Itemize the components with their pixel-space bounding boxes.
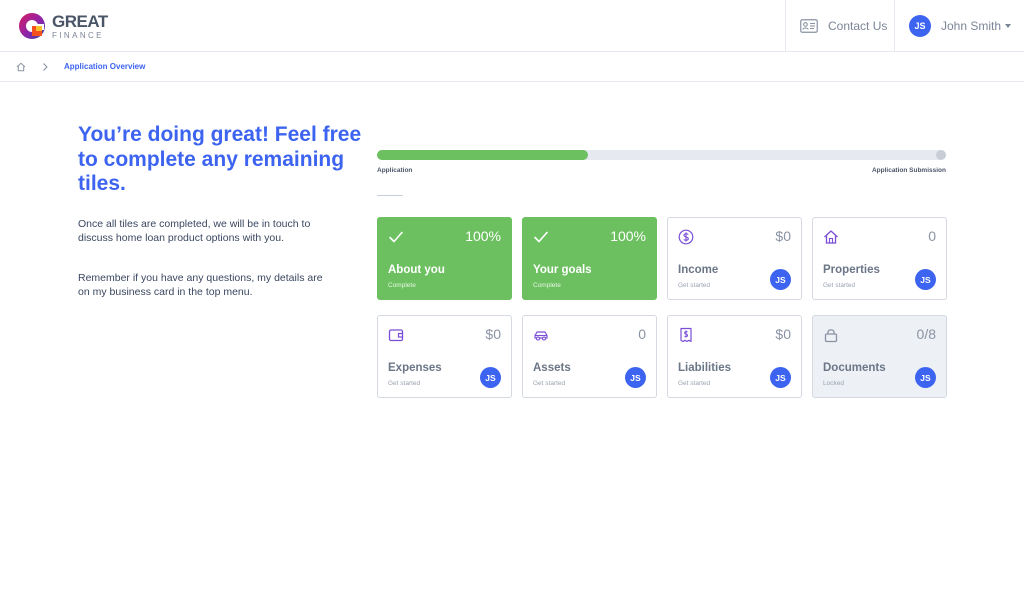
tile-status: Complete <box>388 282 416 289</box>
intro-paragraph-1: Once all tiles are completed, we will be… <box>78 218 311 244</box>
logo-mark-icon <box>19 13 45 39</box>
tile-assignee-avatar: JS <box>480 367 501 388</box>
tile-value: $0 <box>485 326 501 342</box>
tile-title: Income <box>678 264 719 276</box>
tile-assignee-avatar: JS <box>770 367 791 388</box>
progress-end-marker <box>936 150 946 160</box>
tile-title: Liabilities <box>678 362 732 374</box>
tile-status: Get started <box>678 380 711 387</box>
header-divider <box>785 0 786 52</box>
user-name: John Smith <box>941 19 1002 33</box>
contact-card-icon <box>800 19 818 33</box>
user-menu[interactable]: JS John Smith <box>909 15 1012 37</box>
tile-income[interactable]: $0 Income Get started JS <box>667 217 802 300</box>
tile-value: 0 <box>638 326 646 342</box>
house-icon <box>824 230 838 244</box>
contact-us-label: Contact Us <box>828 19 888 33</box>
tile-status: Get started <box>678 282 711 289</box>
lock-icon <box>824 329 838 343</box>
tile-expenses[interactable]: $0 Expenses Get started JS <box>377 315 512 398</box>
tile-assets[interactable]: 0 Assets Get started JS <box>522 315 657 398</box>
tile-value: 0 <box>928 228 936 244</box>
tile-assignee-avatar: JS <box>625 367 646 388</box>
home-icon[interactable] <box>16 62 26 72</box>
chevron-right-icon <box>43 62 48 71</box>
divider-line <box>377 195 403 196</box>
tile-value: 100% <box>465 228 501 244</box>
tile-assignee-avatar: JS <box>915 269 936 290</box>
contact-us-button[interactable]: Contact Us <box>800 16 887 36</box>
breadcrumb: Application Overview <box>0 52 1024 82</box>
user-avatar: JS <box>909 15 931 37</box>
tile-title: Assets <box>533 362 571 374</box>
application-progress-bar <box>377 150 946 160</box>
chevron-down-icon <box>1005 24 1012 28</box>
tile-status: Complete <box>533 282 561 289</box>
breadcrumb-current[interactable]: Application Overview <box>64 62 145 71</box>
logo-great-text: GREAT <box>52 11 108 31</box>
progress-bar-fill <box>377 150 588 160</box>
tile-your-goals[interactable]: 100% Your goals Complete <box>522 217 657 300</box>
logo-finance-text: FINANCE <box>52 30 104 40</box>
tile-value: 0/8 <box>916 326 936 342</box>
intro-paragraph-2: Remember if you have any questions, my d… <box>78 272 323 298</box>
tile-assignee-avatar: JS <box>770 269 791 290</box>
tile-title: Expenses <box>388 362 442 374</box>
page-headline: You’re doing great! Feel free to complet… <box>78 123 362 195</box>
tile-value: 100% <box>610 228 646 244</box>
tile-status: Locked <box>823 380 844 387</box>
wallet-icon <box>388 329 404 342</box>
tile-title: Your goals <box>533 264 592 276</box>
tile-title: Documents <box>823 362 886 374</box>
tile-value: $0 <box>775 326 791 342</box>
top-header: GREAT FINANCE Contact Us JS John Smith <box>0 0 1024 52</box>
tile-status: Get started <box>533 380 566 387</box>
tile-title: Properties <box>823 264 880 276</box>
dollar-icon <box>678 229 694 245</box>
check-icon <box>389 231 403 243</box>
progress-label-start: Application <box>377 167 413 174</box>
check-icon <box>534 231 548 243</box>
bill-icon <box>680 327 692 343</box>
tile-properties[interactable]: 0 Properties Get started JS <box>812 217 947 300</box>
great-finance-logo[interactable]: GREAT FINANCE <box>17 10 108 42</box>
progress-label-end: Application Submission <box>871 167 946 174</box>
tile-status: Get started <box>388 380 421 387</box>
tile-about-you[interactable]: 100% About you Complete <box>377 217 512 300</box>
tile-title: About you <box>388 264 445 276</box>
car-icon <box>534 331 548 341</box>
tile-assignee-avatar: JS <box>915 367 936 388</box>
tile-liabilities[interactable]: $0 Liabilities Get started JS <box>667 315 802 398</box>
tile-status: Get started <box>823 282 856 289</box>
header-divider <box>894 0 895 52</box>
tile-documents[interactable]: 0/8 Documents Locked JS <box>812 315 947 398</box>
tile-value: $0 <box>775 228 791 244</box>
